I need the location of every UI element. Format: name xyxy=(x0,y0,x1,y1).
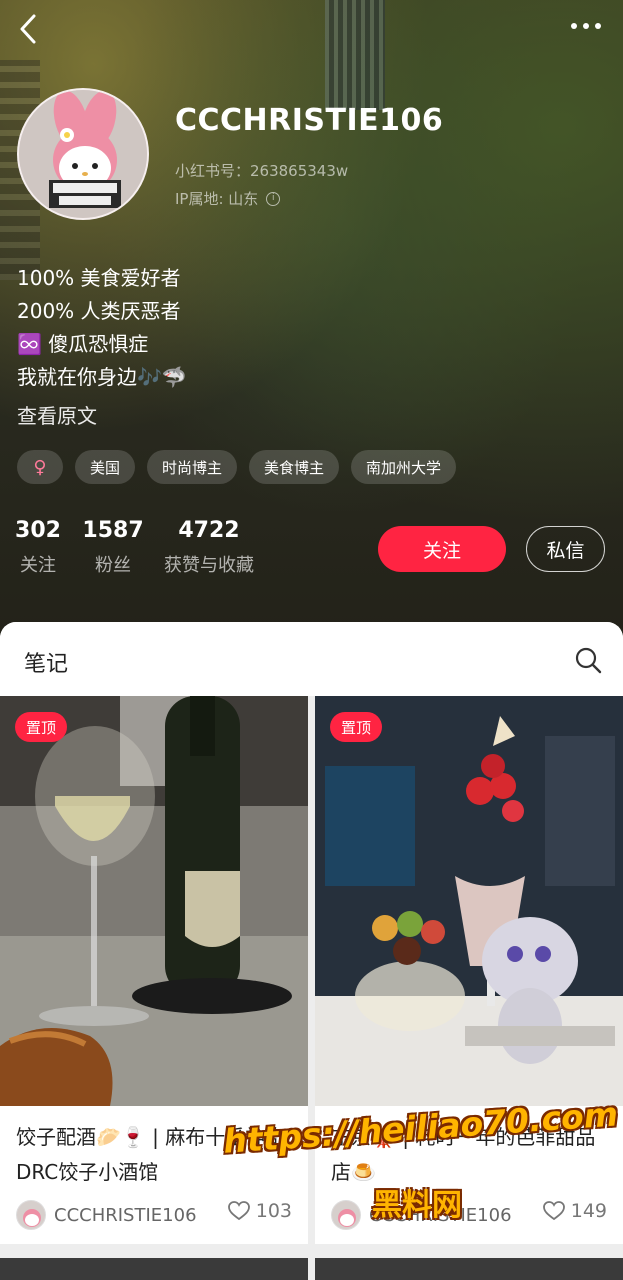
avatar xyxy=(331,1200,361,1230)
note-title: 东京🗼 | 耗时一年的芭菲甜品店🍮 xyxy=(331,1125,596,1184)
pinned-badge: 置顶 xyxy=(330,712,383,742)
ip-location-row: IP属地: 山东 i xyxy=(175,188,281,209)
pinned-badge: 置顶 xyxy=(15,712,68,742)
likes-collections-label: 获赞与收藏 xyxy=(164,555,254,576)
bio-line: 200% 人类厌恶者 xyxy=(17,299,181,323)
following-count: 302 xyxy=(15,518,61,543)
chevron-left-icon xyxy=(20,14,36,44)
note-card[interactable]: 置顶 饺子配酒🥟🍷 | 麻布十番神奇DRC饺子小酒馆 CCCHRISTIE106… xyxy=(0,696,308,1244)
avatar xyxy=(16,1200,46,1230)
note-cover-image: 置顶 xyxy=(315,696,623,1106)
heart-icon xyxy=(227,1201,250,1221)
username: CCCHRISTIE106 xyxy=(175,103,444,138)
profile-tags: ♀ 美国 时尚博主 美食博主 南加州大学 xyxy=(17,450,457,484)
category-tag: 时尚博主 xyxy=(147,450,238,484)
background-building xyxy=(325,0,385,110)
note-author-name: CCCHRISTIE106 xyxy=(54,1204,197,1226)
ip-location: IP属地: 山东 xyxy=(175,190,259,208)
heart-icon xyxy=(542,1201,565,1221)
my-melody-avatar-image xyxy=(332,1201,360,1229)
info-icon[interactable]: i xyxy=(266,191,281,206)
wine-and-dumplings-photo xyxy=(0,696,308,1106)
back-button[interactable] xyxy=(14,12,44,46)
like-button[interactable]: 149 xyxy=(542,1200,607,1222)
note-author-name: CCCHRISTIE106 xyxy=(369,1204,512,1226)
note-card[interactable] xyxy=(315,1258,623,1280)
more-button[interactable] xyxy=(566,14,606,38)
category-tag: 美食博主 xyxy=(249,450,340,484)
followers-stat[interactable]: 1587 粉丝 xyxy=(82,518,144,577)
note-cover-image: 置顶 xyxy=(0,696,308,1106)
bio-line: 我就在你身边🎶🦈 xyxy=(17,365,187,389)
bio-line: 100% 美食爱好者 xyxy=(17,266,181,290)
note-card[interactable] xyxy=(0,1258,308,1280)
redbook-id: 小红书号：263865343w xyxy=(175,162,349,180)
parfait-photo xyxy=(315,696,623,1106)
location-tag: 美国 xyxy=(75,450,136,484)
profile-bio: 100% 美食爱好者 200% 人类厌恶者 ♾️ 傻瓜恐惧症 我就在你身边🎶🦈 xyxy=(17,262,187,394)
search-button[interactable] xyxy=(574,646,602,674)
profile-stats: 302 关注 1587 粉丝 4722 获赞与收藏 xyxy=(15,518,259,577)
following-label: 关注 xyxy=(20,555,56,576)
view-original-link[interactable]: 查看原文 xyxy=(17,400,97,429)
likes-collections-stat[interactable]: 4722 获赞与收藏 xyxy=(159,518,259,577)
follow-button[interactable]: 关注 xyxy=(378,526,506,572)
note-title: 饺子配酒🥟🍷 | 麻布十番神奇DRC饺子小酒馆 xyxy=(16,1125,286,1184)
message-button[interactable]: 私信 xyxy=(526,526,605,572)
my-melody-avatar-image xyxy=(19,90,147,218)
my-melody-avatar-image xyxy=(17,1201,45,1229)
note-author[interactable]: CCCHRISTIE106 xyxy=(331,1200,512,1230)
search-icon xyxy=(575,647,602,674)
like-button[interactable]: 103 xyxy=(227,1200,292,1222)
notes-header xyxy=(0,622,623,696)
avatar[interactable] xyxy=(17,88,149,220)
likes-collections-count: 4722 xyxy=(178,518,240,543)
note-author[interactable]: CCCHRISTIE106 xyxy=(16,1200,197,1230)
followers-label: 粉丝 xyxy=(95,555,131,576)
following-stat[interactable]: 302 关注 xyxy=(15,518,61,577)
like-count: 149 xyxy=(570,1200,607,1222)
gender-tag: ♀ xyxy=(17,450,63,484)
bio-line: ♾️ 傻瓜恐惧症 xyxy=(17,332,149,356)
followers-count: 1587 xyxy=(82,518,144,543)
more-horizontal-icon xyxy=(571,23,601,29)
note-card[interactable]: 置顶 东京🗼 | 耗时一年的芭菲甜品店🍮 CCCHRISTIE106 149 xyxy=(315,696,623,1244)
tab-notes[interactable]: 笔记 xyxy=(24,646,68,678)
school-tag: 南加州大学 xyxy=(351,450,457,484)
like-count: 103 xyxy=(255,1200,292,1222)
